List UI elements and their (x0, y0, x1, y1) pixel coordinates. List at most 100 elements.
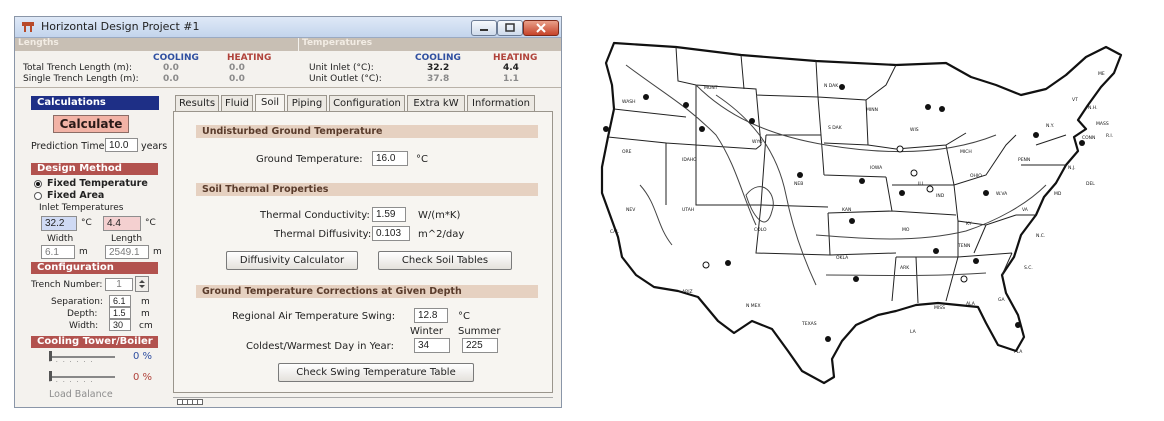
state-label: VA (1022, 207, 1029, 213)
slider-ticks: ······· (49, 359, 98, 366)
tab-configuration[interactable]: Configuration (329, 95, 405, 112)
status-bar (173, 397, 553, 398)
state-label: IOWA (870, 165, 883, 171)
trench-number-spinner[interactable] (135, 276, 149, 292)
slider-track (49, 376, 115, 378)
lengths-heating-label: HEATING (227, 53, 272, 63)
state-label: KY (966, 221, 972, 227)
trench-width-input[interactable] (109, 319, 131, 331)
station-point (839, 84, 845, 90)
fixed-area-label: Fixed Area (47, 190, 105, 201)
trench-number-input[interactable] (105, 278, 133, 291)
maximize-icon (505, 23, 515, 32)
cooling-tower-slider[interactable]: ······· (49, 351, 115, 368)
total-trench-cooling: 0.0 (163, 63, 179, 73)
inlet-heating-unit: °C (145, 218, 156, 228)
close-button[interactable] (523, 20, 559, 36)
prediction-time-input[interactable] (105, 138, 138, 152)
ground-temperature-input[interactable] (372, 151, 408, 166)
state-label: WASH (622, 99, 636, 105)
depth-unit: m (141, 309, 150, 319)
station-point (725, 260, 731, 266)
lengths-cooling-label: COOLING (153, 53, 199, 63)
calculate-button[interactable]: Calculate (53, 115, 129, 133)
design-method-header: Design Method (31, 163, 158, 175)
soil-thermal-header: Soil Thermal Properties (196, 183, 538, 196)
state-label: CAL (610, 229, 619, 235)
state-label: IDAHO (682, 157, 697, 163)
state-label: MICH (960, 149, 972, 155)
state-label: LA (910, 329, 917, 335)
check-soil-tables-button[interactable]: Check Soil Tables (378, 251, 512, 270)
state-label: N.J. (1068, 165, 1076, 171)
open-station-points (702, 145, 968, 283)
tab-information[interactable]: Information (467, 95, 535, 112)
single-trench-heating: 0.0 (229, 74, 245, 84)
station-point (939, 106, 945, 112)
state-label: ILL (918, 181, 925, 187)
slider-track (49, 356, 115, 358)
soil-tab-panel: Undisturbed Ground Temperature Ground Te… (173, 111, 553, 393)
tab-results[interactable]: Results (175, 95, 219, 112)
state-label: OKLA (836, 255, 849, 261)
station-point (603, 126, 609, 132)
state-label: MO (902, 227, 910, 233)
fixed-temperature-label: Fixed Temperature (47, 178, 148, 189)
warmest-day-input[interactable] (462, 338, 498, 353)
diffusivity-calculator-button[interactable]: Diffusivity Calculator (226, 251, 358, 270)
thermal-diffusivity-input[interactable] (372, 226, 410, 241)
divider (15, 87, 561, 88)
fixed-area-radio[interactable] (34, 192, 42, 200)
tab-fluid[interactable]: Fluid (221, 95, 253, 112)
inlet-heating-input[interactable] (103, 216, 141, 231)
state-label: PENN (1018, 157, 1030, 163)
state-label: TEXAS (801, 321, 817, 327)
air-swing-input[interactable] (414, 308, 448, 323)
unit-outlet-heating: 1.1 (503, 74, 519, 84)
spinner-arrows-icon (139, 280, 145, 288)
inlet-cooling-input[interactable] (41, 216, 77, 231)
maximize-button[interactable] (497, 20, 523, 36)
state-label: N.C. (1036, 233, 1045, 239)
state-label: MASS (1096, 121, 1109, 127)
title-bar[interactable]: Horizontal Design Project #1 (15, 17, 561, 38)
station-point (983, 190, 989, 196)
depth-input[interactable] (109, 307, 131, 319)
state-label: ARK (900, 265, 910, 271)
check-swing-table-button[interactable]: Check Swing Temperature Table (278, 363, 474, 382)
tab-soil[interactable]: Soil (255, 94, 285, 112)
tab-extra-kw[interactable]: Extra kW (407, 95, 465, 112)
boiler-slider[interactable]: ······· (49, 371, 115, 388)
configuration-header: Configuration (31, 262, 158, 274)
length-field[interactable] (105, 245, 149, 259)
calculations-header: Calculations (31, 96, 159, 110)
station-point (643, 94, 649, 100)
inlet-temperatures-label: Inlet Temperatures (39, 203, 124, 213)
load-balance-label: Load Balance (49, 389, 113, 400)
width-label: Width (47, 234, 74, 244)
station-point (699, 126, 705, 132)
coldest-day-input[interactable] (414, 338, 450, 353)
cooling-tower-header: Cooling Tower/Boiler (31, 336, 158, 348)
state-label: FLA (1014, 349, 1023, 355)
ground-temperature-unit: °C (416, 154, 428, 165)
station-point (1033, 132, 1039, 138)
temps-cooling-label: COOLING (415, 53, 461, 63)
state-label: TENN (957, 243, 970, 249)
minimize-button[interactable] (471, 20, 497, 36)
state-label: UTAH (682, 207, 694, 213)
fixed-temperature-radio[interactable] (34, 180, 42, 188)
width-field[interactable] (41, 245, 75, 259)
state-label: NEB (794, 181, 803, 187)
thermal-diffusivity-unit: m^2/day (418, 229, 465, 240)
thermal-conductivity-input[interactable] (372, 207, 406, 222)
boiler-percent: 0 % (133, 372, 153, 383)
state-label: N.Y. (1046, 123, 1054, 129)
us-outline (600, 41, 1123, 385)
state-label: CONN (1082, 135, 1095, 141)
unit-outlet-cooling: 37.8 (427, 74, 450, 84)
station-point (896, 145, 904, 153)
separation-input[interactable] (109, 295, 131, 307)
tab-piping[interactable]: Piping (287, 95, 327, 112)
state-label: N DAK (824, 83, 839, 89)
